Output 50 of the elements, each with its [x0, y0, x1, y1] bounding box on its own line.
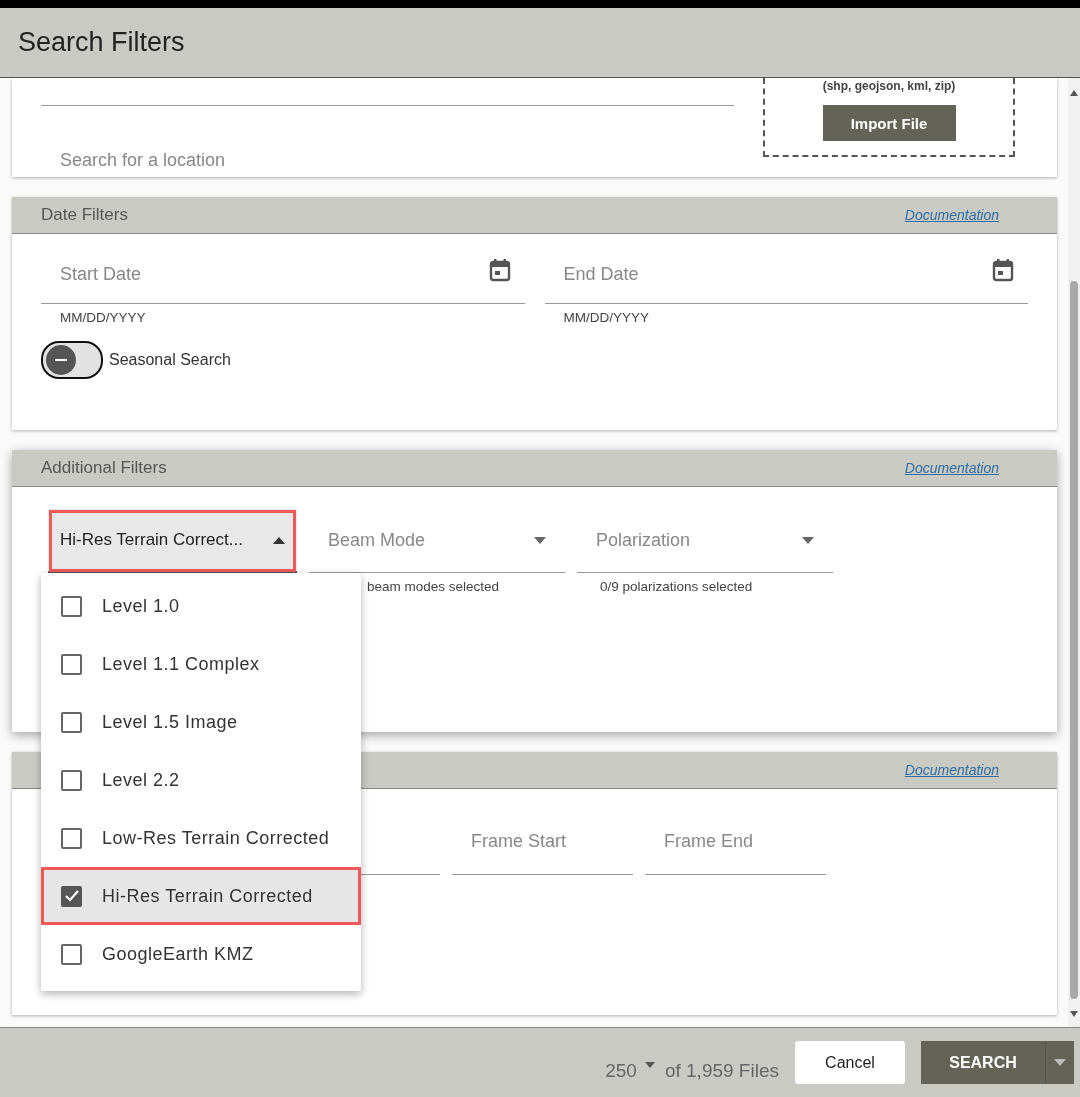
search-options-button[interactable] — [1045, 1041, 1074, 1084]
file-formats-text: (shp, geojson, kml, zip) — [822, 79, 956, 93]
toggle-label: Seasonal Search — [109, 351, 231, 369]
date-format-hint: MM/DD/YYYY — [563, 310, 649, 325]
caret-icon — [802, 537, 814, 544]
menu-item[interactable]: Level 2.2 — [41, 751, 361, 809]
caret-icon — [1054, 1059, 1066, 1066]
checkbox[interactable] — [61, 885, 82, 907]
section-title: Additional Filters — [41, 458, 167, 478]
results-select[interactable]: 250 — [605, 1059, 655, 1082]
date-field[interactable]: End Date — [544, 234, 1028, 304]
checkbox[interactable] — [61, 595, 82, 617]
menu-item[interactable]: Level 1.1 Complex — [41, 635, 361, 693]
window-title: Search Filters — [18, 27, 185, 58]
checkbox[interactable] — [61, 653, 82, 675]
checkbox[interactable] — [61, 943, 82, 965]
checkbox[interactable] — [61, 827, 82, 849]
calendar-icon[interactable] — [488, 258, 511, 282]
frame-field[interactable]: Frame Start — [452, 789, 633, 875]
search-button[interactable]: SEARCH — [921, 1041, 1045, 1084]
dropdown[interactable]: Hi-Res Terrain Correct... — [48, 509, 297, 573]
checkbox[interactable] — [61, 769, 82, 791]
menu-item[interactable]: Level 1.5 Image — [41, 693, 361, 751]
menu-item[interactable]: GoogleEarth KMZ — [41, 925, 361, 983]
menu-item[interactable]: Low-Res Terrain Corrected — [41, 809, 361, 867]
selection-count: beam modes selected — [366, 579, 500, 594]
documentation-link[interactable]: Documentation — [904, 762, 999, 778]
menu-item[interactable]: Level 1.0 — [41, 577, 361, 635]
caret-icon — [644, 1061, 655, 1068]
checkbox[interactable] — [61, 711, 82, 733]
caret-icon — [273, 536, 285, 544]
toggle-switch[interactable] — [41, 341, 103, 379]
frame-field[interactable]: Frame End — [645, 789, 826, 875]
date-field[interactable]: Start Date — [41, 234, 525, 304]
caret-icon — [534, 537, 546, 544]
scroll-down-icon[interactable] — [1070, 1011, 1078, 1017]
scrollbar[interactable] — [1068, 78, 1080, 1027]
documentation-link[interactable]: Documentation — [904, 207, 999, 223]
section-title: Date Filters — [41, 205, 128, 225]
file-count: of 1,959 Files — [664, 1059, 779, 1082]
import-file-button[interactable]: Import File — [822, 105, 956, 141]
menu-item[interactable]: Hi-Res Terrain Corrected — [41, 867, 361, 925]
calendar-icon[interactable] — [992, 258, 1014, 282]
cancel-button[interactable]: Cancel — [795, 1041, 905, 1084]
date-format-hint: MM/DD/YYYY — [60, 310, 146, 325]
selection-count: 0/9 polarizations selected — [599, 579, 753, 594]
search-field[interactable]: Search for a location — [60, 150, 460, 171]
documentation-link[interactable]: Documentation — [904, 460, 999, 476]
dropdown[interactable]: Polarization — [577, 509, 833, 573]
scroll-up-icon[interactable] — [1070, 90, 1078, 96]
